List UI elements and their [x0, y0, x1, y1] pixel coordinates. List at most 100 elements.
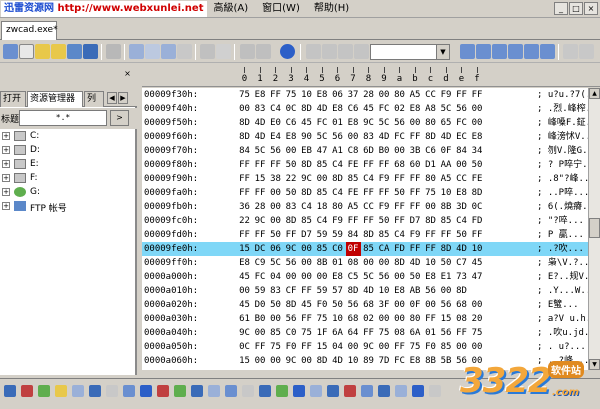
- filter-input[interactable]: *.*: [19, 110, 107, 126]
- hex-byte[interactable]: FF: [423, 228, 438, 242]
- hex-byte[interactable]: 10: [377, 284, 392, 298]
- hex-byte[interactable]: A5: [439, 172, 454, 186]
- hex-byte[interactable]: CC: [361, 200, 376, 214]
- hex-byte[interactable]: 00: [268, 186, 283, 200]
- paste-disabled-icon[interactable]: [338, 44, 353, 59]
- hex-byte[interactable]: FC: [454, 116, 469, 130]
- hex-byte[interactable]: 47: [315, 144, 330, 158]
- hex-byte[interactable]: FF: [237, 186, 252, 200]
- hex-ascii[interactable]: ; 枭\V.?...: [537, 256, 595, 270]
- hex-editor-view[interactable]: 00009f30h: 75 E8 FF 75 10 E8 06 37 28 00 80 A5 CC F9 FF…: [142, 88, 600, 370]
- hex-byte[interactable]: 8D: [470, 186, 485, 200]
- hex-ascii[interactable]: ; P 贏...: [537, 228, 584, 242]
- hex-byte[interactable]: 7D: [377, 354, 392, 368]
- print-icon[interactable]: [106, 44, 121, 59]
- copy-disabled-icon[interactable]: [322, 44, 337, 59]
- hex-byte[interactable]: 5C: [361, 270, 376, 284]
- hex-ascii[interactable]: ; ..P啐...: [537, 186, 589, 200]
- hex-byte[interactable]: FF: [408, 186, 423, 200]
- hex-byte[interactable]: 8B: [315, 256, 330, 270]
- hex-byte[interactable]: FF: [439, 228, 454, 242]
- hex-byte[interactable]: F9: [377, 200, 392, 214]
- hex-byte[interactable]: C4: [361, 172, 376, 186]
- tab-list[interactable]: 列: [84, 91, 104, 107]
- hex-byte[interactable]: 75: [377, 326, 392, 340]
- hex-byte[interactable]: 6D: [361, 144, 376, 158]
- find-icon[interactable]: [460, 44, 475, 59]
- menu-help[interactable]: 帮助(H): [307, 1, 356, 17]
- hex-byte[interactable]: 8B: [423, 354, 438, 368]
- hex-byte[interactable]: 8D: [284, 298, 299, 312]
- hex-byte[interactable]: 50: [284, 186, 299, 200]
- hex-byte[interactable]: 0F: [439, 144, 454, 158]
- hex-byte[interactable]: 00: [299, 256, 314, 270]
- hex-byte[interactable]: C7: [454, 256, 469, 270]
- hex-byte[interactable]: A8: [423, 102, 438, 116]
- hex-row[interactable]: 0000a030h: 61 B0 00 56 FF 75 10 68 02 00 00 80 FF 15 08…: [142, 312, 600, 326]
- hex-byte[interactable]: CF: [284, 284, 299, 298]
- hex-byte[interactable]: 50: [268, 298, 283, 312]
- hex-byte[interactable]: 10: [346, 354, 361, 368]
- hex-byte[interactable]: 50: [330, 298, 345, 312]
- hex-byte[interactable]: C4: [315, 214, 330, 228]
- hex-byte[interactable]: E8: [315, 88, 330, 102]
- hex-byte[interactable]: FF: [423, 242, 438, 256]
- hex-byte[interactable]: EC: [454, 130, 469, 144]
- hex-byte[interactable]: 00: [346, 130, 361, 144]
- hex-byte[interactable]: 56: [346, 298, 361, 312]
- hex-byte[interactable]: 4D: [253, 130, 268, 144]
- hex-byte[interactable]: 36: [237, 200, 252, 214]
- hex-byte[interactable]: FD: [392, 242, 407, 256]
- hex-byte[interactable]: 68: [361, 298, 376, 312]
- bottom-tool-icon[interactable]: [429, 385, 441, 397]
- hex-byte[interactable]: FF: [454, 88, 469, 102]
- hex-row[interactable]: 0000a040h: 9C 00 85 C0 75 1F 6A 64 FF 75 08 6A 01 56 FF…: [142, 326, 600, 340]
- hex-byte[interactable]: 50: [377, 214, 392, 228]
- expand-icon[interactable]: +: [2, 174, 10, 182]
- document-tab[interactable]: zwcad.exe*: [1, 21, 58, 40]
- hex-byte[interactable]: 59: [315, 284, 330, 298]
- hex-byte[interactable]: 56: [392, 116, 407, 130]
- hex-byte[interactable]: FF: [361, 158, 376, 172]
- hex-byte[interactable]: 20: [470, 312, 485, 326]
- hex-byte[interactable]: C8: [346, 144, 361, 158]
- hex-byte[interactable]: 75: [470, 326, 485, 340]
- hex-row[interactable]: 00009fa0h: FF FF 00 50 8D 85 C4 FE FF FF 50 FF 75 10 E8…: [142, 186, 600, 200]
- bottom-tool-icon[interactable]: [157, 385, 169, 397]
- hex-byte[interactable]: B0: [377, 144, 392, 158]
- hex-row[interactable]: 00009f60h: 8D 4D E4 E8 90 5C 56 00 83 4D FC FF 8D 4D EC…: [142, 130, 600, 144]
- hex-byte[interactable]: 60: [408, 158, 423, 172]
- hex-byte[interactable]: 00: [346, 340, 361, 354]
- hex-byte[interactable]: 9C: [253, 214, 268, 228]
- hex-byte[interactable]: 00: [439, 284, 454, 298]
- menu-window[interactable]: 窗口(W): [255, 1, 307, 17]
- hex-byte[interactable]: 75: [284, 88, 299, 102]
- hex-byte[interactable]: F9: [377, 172, 392, 186]
- hex-byte[interactable]: 8D: [361, 228, 376, 242]
- hex-byte[interactable]: 8D: [423, 130, 438, 144]
- hex-byte[interactable]: FF: [470, 228, 485, 242]
- bottom-tool-icon[interactable]: [174, 385, 186, 397]
- bookmark-icon[interactable]: [524, 44, 539, 59]
- hex-byte[interactable]: 4D: [315, 102, 330, 116]
- hex-byte[interactable]: FF: [377, 158, 392, 172]
- hex-byte[interactable]: 9C: [284, 242, 299, 256]
- hex-byte[interactable]: FF: [253, 228, 268, 242]
- hex-byte[interactable]: FF: [392, 340, 407, 354]
- hex-byte[interactable]: FF: [299, 312, 314, 326]
- hex-byte[interactable]: CC: [454, 172, 469, 186]
- hex-byte[interactable]: 3D: [454, 200, 469, 214]
- hex-byte[interactable]: 00: [377, 256, 392, 270]
- hex-ascii[interactable]: ; .8"?峰...: [537, 172, 595, 186]
- hex-byte[interactable]: 75: [408, 340, 423, 354]
- hex-byte[interactable]: 8D: [346, 284, 361, 298]
- scroll-thumb[interactable]: [589, 218, 600, 238]
- hex-byte[interactable]: FF: [253, 186, 268, 200]
- hex-byte[interactable]: FF: [253, 340, 268, 354]
- hex-byte[interactable]: 45: [470, 256, 485, 270]
- hex-byte[interactable]: 00: [454, 340, 469, 354]
- compare-icon[interactable]: [540, 44, 555, 59]
- refresh-icon[interactable]: [67, 44, 82, 59]
- hex-byte[interactable]: 84: [346, 228, 361, 242]
- close-icon[interactable]: ×: [122, 69, 133, 79]
